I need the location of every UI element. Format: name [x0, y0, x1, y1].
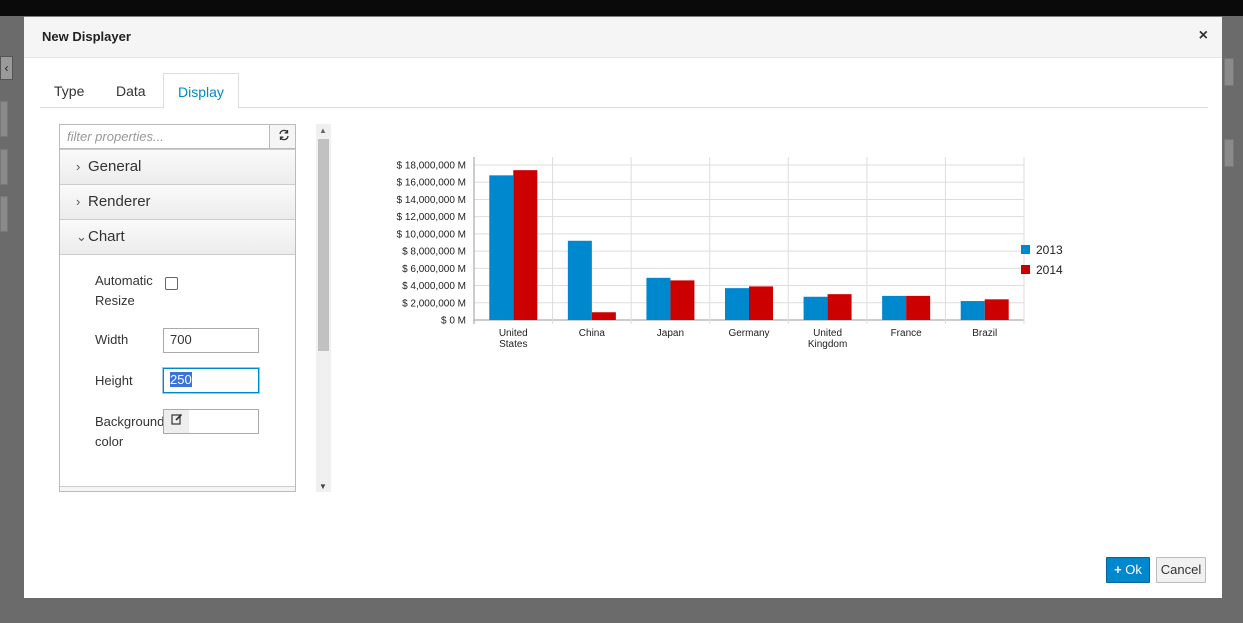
label-line: Automatic — [95, 273, 153, 288]
refresh-icon[interactable] — [270, 125, 295, 149]
y-tick-label: $ 14,000,000 M — [397, 195, 467, 206]
automatic-resize-label: Automatic Resize — [95, 271, 153, 311]
section-general[interactable]: › General — [60, 149, 295, 184]
x-tick-label: Kingdom — [808, 339, 847, 350]
scroll-down-icon[interactable]: ▼ — [319, 482, 327, 491]
dialog-title: New Displayer — [42, 29, 131, 44]
bar-2014 — [513, 170, 538, 320]
bar-2013 — [725, 288, 749, 320]
x-tick-label: United — [499, 328, 528, 339]
chart-properties: Automatic Resize Width 700 Height 250 Ba… — [60, 254, 295, 486]
legend-label: 2014 — [1036, 263, 1063, 277]
background-box — [0, 196, 8, 232]
width-field[interactable]: 700 — [163, 328, 259, 353]
bar-2014 — [749, 286, 773, 320]
x-tick-label: Brazil — [972, 328, 997, 339]
height-field[interactable]: 250 — [163, 368, 259, 393]
x-tick-label: France — [891, 328, 923, 339]
ok-label: Ok — [1125, 562, 1142, 577]
bar-2013 — [489, 175, 514, 320]
tab-data[interactable]: Data — [102, 73, 160, 108]
x-tick-label: United — [813, 328, 842, 339]
x-tick-label: States — [499, 339, 527, 350]
chevron-right-icon: › — [76, 194, 81, 209]
bar-2014 — [906, 295, 931, 320]
background-color-field[interactable] — [189, 409, 259, 434]
background-color-label: Background color — [95, 412, 164, 452]
tab-display[interactable]: Display — [163, 73, 239, 109]
bar-2013 — [960, 301, 985, 320]
background-right-panel — [1222, 16, 1243, 623]
back-button: ‹ — [0, 56, 13, 80]
y-tick-label: $ 18,000,000 M — [397, 161, 467, 172]
legend-label: 2013 — [1036, 243, 1063, 257]
bar-2013 — [646, 277, 671, 320]
background-box — [0, 149, 8, 185]
x-tick-label: Japan — [657, 328, 684, 339]
automatic-resize-checkbox[interactable] — [165, 277, 178, 290]
label-line: color — [95, 434, 124, 449]
bar-chart: $ 0 M $ 2,000,000 M $ 4,000,000 M $ 6,000,0… — [397, 157, 1063, 350]
height-label: Height — [95, 373, 133, 388]
legend-swatch — [1021, 245, 1030, 254]
refresh-icon-glyph — [278, 129, 289, 141]
bar-2014 — [827, 294, 852, 320]
plus-icon: + — [1114, 562, 1122, 577]
y-tick-label: $ 0 M — [441, 316, 466, 327]
bar-2014 — [984, 299, 1009, 320]
bar-2014 — [670, 280, 695, 320]
ok-button[interactable]: + Ok — [1106, 557, 1150, 583]
app-topbar — [0, 0, 1243, 16]
y-tick-label: $ 10,000,000 M — [397, 229, 467, 240]
x-tick-label: China — [579, 328, 606, 339]
edit-icon-glyph — [170, 413, 182, 425]
x-tick-label: Germany — [728, 328, 769, 339]
section-chart[interactable]: ⌄Chart — [60, 219, 295, 254]
y-tick-label: $ 4,000,000 M — [402, 281, 466, 292]
bar-2013 — [882, 295, 907, 320]
bar-2014 — [591, 312, 616, 320]
scroll-thumb[interactable] — [318, 139, 329, 351]
chevron-down-icon: ⌄ — [76, 229, 87, 244]
width-label: Width — [95, 332, 129, 347]
background-left-panel: ‹ — [0, 16, 24, 623]
height-value: 250 — [170, 372, 192, 387]
label-line: Resize — [95, 293, 135, 308]
scroll-up-icon[interactable]: ▲ — [319, 126, 327, 135]
background-bottom — [24, 598, 1222, 623]
section-renderer[interactable]: › Renderer — [60, 184, 295, 219]
background-box — [1224, 139, 1234, 167]
chevron-right-icon: › — [76, 159, 81, 174]
y-tick-label: $ 16,000,000 M — [397, 178, 467, 189]
section-label: Renderer — [88, 193, 151, 210]
y-tick-label: $ 6,000,000 M — [402, 264, 466, 275]
legend-swatch — [1021, 265, 1030, 274]
label-line: Background — [95, 414, 165, 429]
y-tick-label: $ 8,000,000 M — [402, 247, 466, 258]
section-label: Chart — [88, 228, 125, 245]
cancel-button[interactable]: Cancel — [1156, 557, 1206, 583]
new-displayer-dialog: New Displayer × Type Data Display › Gener… — [24, 17, 1222, 598]
edit-icon[interactable] — [163, 409, 190, 434]
background-box — [0, 101, 8, 137]
close-icon[interactable]: × — [1199, 28, 1208, 44]
background-box — [1224, 58, 1234, 86]
y-tick-label: $ 12,000,000 M — [397, 212, 467, 223]
next-section-edge — [60, 486, 295, 491]
bar-2013 — [567, 240, 592, 320]
tab-type[interactable]: Type — [40, 73, 98, 108]
tab-bar: Type Data Display — [40, 73, 1208, 109]
y-tick-label: $ 2,000,000 M — [402, 298, 466, 309]
bar-2013 — [803, 296, 828, 320]
properties-panel: › General › Renderer ⌄Chart Automatic Resi… — [59, 124, 296, 492]
filter-properties-input[interactable] — [60, 125, 270, 149]
properties-scrollbar[interactable]: ▲ ▼ — [316, 124, 331, 492]
section-label: General — [88, 158, 142, 175]
dialog-header: New Displayer × — [24, 17, 1222, 58]
